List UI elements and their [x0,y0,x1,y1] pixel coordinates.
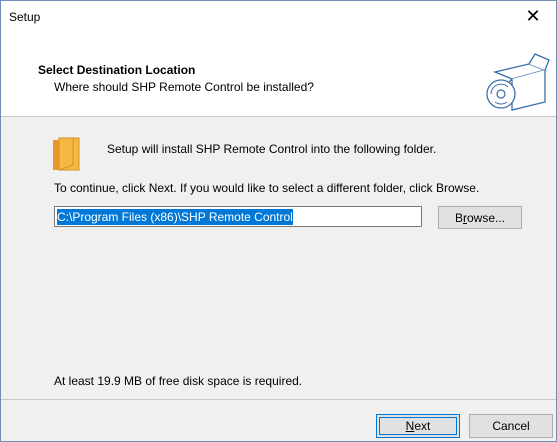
title-bar: Setup ✕ [1,1,556,32]
destination-path-value: C:\Program Files (x86)\SHP Remote Contro… [57,209,293,225]
next-label-mnemonic: N [405,419,415,433]
footer-divider [1,399,556,400]
wizard-header: Select Destination Location Where should… [1,32,556,116]
browse-label-prefix: B [454,210,463,225]
continue-instruction: To continue, click Next. If you would li… [54,181,480,195]
destination-path-input[interactable]: C:\Program Files (x86)\SHP Remote Contro… [54,206,422,227]
browse-label-suffix: owse... [467,210,506,225]
close-icon: ✕ [525,6,541,26]
next-label-suffix: ext [414,419,431,433]
install-folder-message: Setup will install SHP Remote Control in… [107,142,437,156]
cancel-button[interactable]: Cancel [469,414,553,438]
folder-icon [53,137,80,171]
next-button[interactable]: Next [376,414,460,438]
page-title: Select Destination Location [38,63,196,77]
header-divider [1,116,556,117]
setup-window: Setup ✕ Select Destination Location Wher… [0,0,557,442]
install-box-cd-icon [486,53,550,111]
disk-space-requirement: At least 19.9 MB of free disk space is r… [54,374,303,388]
cancel-label: Cancel [492,419,530,433]
page-subtitle: Where should SHP Remote Control be insta… [54,80,314,94]
browse-button[interactable]: Br owse... [438,206,522,229]
close-button[interactable]: ✕ [510,1,556,32]
window-title: Setup [9,10,41,24]
